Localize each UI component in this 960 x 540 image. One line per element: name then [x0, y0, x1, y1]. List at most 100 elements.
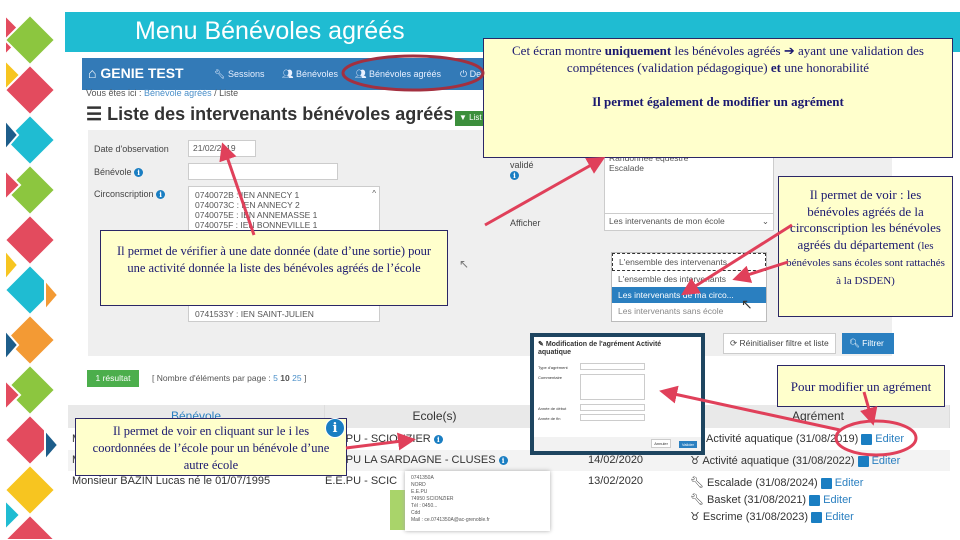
modal-label: Année de fin — [538, 416, 561, 421]
column-header-ecoles[interactable]: Ecole(s) — [325, 405, 545, 428]
cell-ecole: E.E.PU - SCIC — [325, 475, 398, 487]
date-input[interactable]: 21/02/2019 — [188, 140, 256, 157]
circ-option[interactable]: 0740075E : IEN ANNEMASSE 1 — [195, 210, 373, 220]
home-icon: ⌂ — [88, 65, 101, 81]
callout-afficher: Il permet de voir : les bénévoles agréés… — [778, 176, 953, 317]
edit-link[interactable]: Editer — [825, 511, 854, 523]
breadcrumb-link[interactable]: Bénévole agréés — [144, 88, 212, 98]
wrench-icon: 🔧︎ — [690, 494, 708, 506]
mouse-cursor-icon: ↖ — [741, 296, 753, 312]
edit-icon[interactable] — [820, 477, 832, 489]
edit-link[interactable]: Editer — [872, 455, 901, 467]
result-count-badge: 1 résultat — [87, 370, 139, 387]
circ-option[interactable]: 0741533Y : IEN SAINT-JULIEN — [195, 309, 314, 319]
afficher-select[interactable]: Les intervenants de mon école ⌄ — [604, 213, 774, 231]
brand-logo[interactable]: ⌂ GENIE TEST — [88, 65, 184, 81]
wrench-icon: 🔧︎ — [690, 477, 708, 489]
edit-link[interactable]: Editer — [875, 433, 904, 445]
modal-submit-button[interactable]: Valider — [678, 441, 697, 448]
info-icon-large: i — [325, 418, 345, 438]
valide-label: validé i — [510, 160, 534, 181]
dropdown-selected[interactable]: L'ensemble des intervenants — [612, 253, 766, 271]
edit-icon: ✎ — [538, 341, 546, 348]
edit-link[interactable]: Editer — [835, 477, 864, 489]
users-icon: 👥︎ — [355, 69, 369, 79]
mouse-cursor-icon: ↖ — [459, 257, 470, 271]
benevole-label: Bénévole i — [94, 167, 144, 178]
circ-option[interactable]: 0740073C : IEN ANNECY 2 — [195, 200, 373, 210]
wrench-icon: 🔧︎ — [214, 69, 228, 79]
cell-date: 13/02/2020 — [588, 475, 644, 487]
info-icon[interactable]: i — [134, 168, 144, 178]
callout-edit: Pour modifier un agrément — [777, 365, 945, 407]
slide-title: Menu Bénévoles agréés — [135, 17, 405, 45]
nav-deconnexion[interactable]: ⏻ De — [460, 69, 481, 80]
info-icon[interactable]: i — [156, 190, 166, 200]
edit-icon[interactable] — [857, 455, 869, 467]
edit-icon[interactable] — [809, 494, 821, 506]
cell-agrements: 🔧︎ Escalade (31/08/2024) Editer 🔧︎ Basket… — [690, 477, 864, 523]
callout-date: Il permet de vérifier à une date donnée … — [100, 230, 448, 306]
popover-line: E.E.PU — [411, 489, 428, 495]
nav-sessions[interactable]: 🔧︎ Sessions — [214, 69, 264, 80]
decorative-diamond-pattern — [3, 12, 58, 540]
circonscription-label: Circonscription i — [94, 189, 166, 200]
popover-line: 0741350A — [411, 475, 434, 481]
callout-info: Il permet de voir en cliquant sur le i l… — [75, 418, 347, 476]
cell-date: 14/02/2020 — [588, 454, 644, 466]
callout-text: Cet écran montre uniquement les bénévole… — [512, 43, 924, 75]
popover-line: Mail : ce.0741350A@ac-grenoble.fr — [411, 517, 490, 523]
circ-option[interactable]: 0740072B : IEN ANNECY 1 — [195, 190, 373, 200]
filter-button[interactable]: 🔍︎ Filtrer — [842, 333, 894, 354]
start-year-select[interactable] — [580, 404, 645, 411]
dropdown-option[interactable]: L'ensemble des intervenants — [612, 271, 766, 287]
cell-ecole: E.E.PU LA SARDAGNE - CLUSES i — [325, 454, 508, 466]
modal-footer — [534, 437, 701, 451]
modal-label: Type d'agrément — [538, 365, 568, 370]
end-year-select[interactable] — [580, 414, 645, 421]
per-page-selector: [ Nombre d'éléments par page : 5 10 25 ] — [152, 373, 307, 383]
popover-line: NORD — [411, 482, 426, 488]
school-info-popover: 0741350A NORD E.E.PU 74950 SCIONZIER Tél… — [405, 471, 550, 531]
info-icon[interactable]: i — [510, 171, 519, 181]
modal-label: Commentaire — [538, 375, 563, 380]
comment-textarea[interactable] — [580, 374, 645, 400]
callout-top: Cet écran montre uniquement les bénévole… — [483, 38, 953, 158]
nav-benevoles-agrees[interactable]: 👥︎ Bénévoles agréés — [355, 69, 441, 80]
per-page-25[interactable]: 25 — [292, 373, 301, 383]
filter-icon: ▼ — [459, 113, 470, 122]
chevron-down-icon: ⌄ — [761, 216, 769, 226]
page-title: ☰ Liste des intervenants bénévoles agréé… — [86, 104, 454, 124]
edit-link[interactable]: Editer — [823, 494, 852, 506]
popover-line: Tél : 0450... — [411, 503, 438, 509]
modal-label: Année de début — [538, 406, 567, 411]
popover-line: 74950 SCIONZIER — [411, 496, 454, 502]
afficher-label: Afficher — [510, 218, 541, 228]
cell-agrement: ♉︎ Activité aquatique (31/08/2022) Editer — [690, 455, 901, 467]
edit-icon[interactable] — [861, 433, 873, 445]
cell-agrement: Activité aquatique (31/08/2019) Editer — [706, 433, 905, 445]
activity-option[interactable]: Escalade — [609, 163, 769, 173]
power-icon: ⏻ — [460, 69, 470, 79]
per-page-10[interactable]: 10 — [280, 373, 289, 383]
search-icon: 🔍︎ — [849, 338, 863, 348]
award-icon: ♉︎ — [690, 455, 703, 467]
info-icon[interactable]: i — [498, 455, 508, 465]
circ-option[interactable]: 0740075F : IEN BONNEVILLE 1 — [195, 220, 373, 230]
popover-line: Cdd — [411, 510, 421, 516]
breadcrumb: Vous êtes ici : Bénévole agréés / Liste — [86, 88, 239, 98]
scroll-up-icon[interactable]: ^ — [372, 189, 376, 198]
edit-icon[interactable] — [811, 511, 823, 523]
benevole-input[interactable] — [188, 163, 338, 180]
type-select[interactable] — [580, 363, 645, 370]
modal-cancel-button[interactable]: Annuler — [651, 439, 671, 448]
nav-benevoles[interactable]: 👥︎ Bénévoles — [282, 69, 338, 80]
reset-filter-button[interactable]: ⟳ Réinitialiser filtre et liste — [723, 333, 836, 354]
info-icon[interactable]: i — [433, 434, 443, 444]
per-page-5[interactable]: 5 — [273, 373, 278, 383]
callout-text: Il permet également de modifier un agrém… — [592, 94, 844, 109]
cell-benevole: Monsieur BAZIN Lucas né le 01/07/1995 — [72, 475, 271, 487]
award-icon: ♉︎ — [690, 511, 703, 523]
column-header-agrement[interactable]: Agrément — [687, 405, 950, 428]
edit-agrement-modal: ✎ Modification de l'agrément Activité aq… — [530, 333, 705, 455]
